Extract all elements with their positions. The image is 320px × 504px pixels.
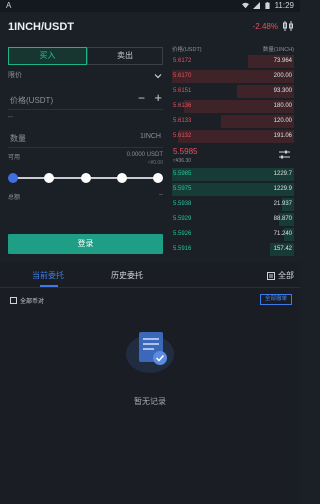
wifi-icon (241, 2, 249, 9)
ask-quantity: 120.00 (273, 118, 292, 124)
bid-row[interactable]: 5.5938 21.937 (172, 198, 294, 211)
total-value: -- (159, 192, 163, 198)
empty-records-text: 暂无记录 (134, 397, 166, 406)
price-approx: -- (8, 114, 13, 121)
ask-row[interactable]: 5.6132 191.06 (172, 130, 294, 143)
all-orders-label: 全部 (278, 271, 294, 280)
ask-quantity: 200.00 (273, 73, 292, 79)
tabs-divider (0, 287, 300, 288)
sell-tab[interactable]: 卖出 (87, 47, 163, 65)
bid-quantity: 1229.7 (273, 171, 292, 177)
ask-price: 5.6133 (173, 118, 192, 124)
available-fiat: ≈¥0.00 (147, 160, 163, 166)
last-price-fiat: ≈¥36.30 (173, 158, 192, 164)
bid-price: 5.5938 (173, 201, 192, 207)
bid-quantity: 88.870 (273, 216, 292, 222)
login-button[interactable]: 登录 (8, 234, 163, 254)
total-label: 总额 (8, 195, 21, 201)
price-field: 价格(USDT) − + (8, 90, 163, 110)
ask-row[interactable]: 5.6170 200.00 (172, 70, 294, 83)
candlestick-icon[interactable] (282, 20, 294, 32)
price-input[interactable]: 价格(USDT) (10, 95, 53, 106)
ask-row[interactable]: 5.6172 73.964 (172, 55, 294, 68)
all-pairs-label: 全部币对 (20, 299, 45, 305)
buy-tab[interactable]: 买入 (8, 47, 87, 65)
slider-stop-50[interactable] (81, 173, 91, 183)
ask-quantity: 73.964 (273, 58, 292, 64)
order-type-label: 限价 (8, 72, 22, 79)
ask-quantity: 191.06 (273, 133, 292, 139)
orderbook-qty-header: 数量(1INCH) (262, 47, 294, 53)
bid-row[interactable]: 5.5916 157.42 (172, 243, 294, 256)
ask-price: 5.6151 (173, 88, 192, 94)
orderbook-price-header: 价格(USDT) (172, 47, 202, 53)
document-icon (267, 271, 275, 280)
bid-quantity: 157.42 (273, 246, 292, 252)
empty-records-icon (126, 332, 174, 373)
order-type-select[interactable]: 限价 (8, 70, 163, 86)
bid-price: 5.5926 (173, 231, 192, 237)
ask-price: 5.6136 (173, 103, 192, 109)
bid-price: 5.5975 (173, 186, 192, 192)
total-amount: 总额 -- (8, 192, 163, 204)
ask-price: 5.6132 (173, 133, 192, 139)
all-pairs-filter[interactable]: 全部币对 (10, 296, 44, 305)
bid-row[interactable]: 5.5929 88.870 (172, 213, 294, 226)
bid-price: 5.5985 (173, 171, 192, 177)
ask-quantity: 93.300 (273, 88, 292, 94)
ask-quantity: 180.00 (273, 103, 292, 109)
battery-icon (264, 2, 270, 9)
slider-stop-0[interactable] (8, 173, 18, 183)
price-decrease-button[interactable]: − (138, 91, 145, 105)
bid-row[interactable]: 5.5985 1229.7 (172, 168, 294, 181)
ask-row[interactable]: 5.6133 120.00 (172, 115, 294, 128)
available-label: 可用 (8, 155, 21, 161)
status-bar: A 11:29 (0, 0, 300, 12)
slider-stop-75[interactable] (117, 173, 127, 183)
amount-slider[interactable] (8, 172, 163, 184)
ask-row[interactable]: 5.6136 180.00 (172, 100, 294, 113)
ask-price: 5.6172 (173, 58, 192, 64)
status-app-glyph: A (6, 1, 12, 10)
tab-order-history[interactable]: 历史委托 (111, 270, 143, 281)
slider-stop-100[interactable] (153, 173, 163, 183)
orders-panel (0, 262, 300, 504)
all-pairs-checkbox[interactable] (10, 297, 17, 304)
cancel-all-button[interactable]: 全部撤单 (260, 294, 292, 305)
bid-row[interactable]: 5.5975 1229.9 (172, 183, 294, 196)
orderbook-settings-icon[interactable] (279, 150, 290, 160)
status-right: 11:29 (241, 1, 294, 10)
available-value: 0.0000 USDT (126, 152, 163, 158)
bid-price: 5.5929 (173, 216, 192, 222)
all-orders-link[interactable]: 全部 (267, 270, 294, 281)
ask-price: 5.6170 (173, 73, 192, 79)
price-increase-button[interactable]: + (154, 90, 162, 105)
bid-quantity: 71.240 (273, 231, 292, 237)
bid-price: 5.5916 (173, 246, 192, 252)
slider-stop-25[interactable] (44, 173, 54, 183)
signal-icon (252, 2, 260, 9)
trading-pair-title[interactable]: 1INCH/USDT (8, 21, 74, 33)
status-time: 11:29 (274, 1, 294, 10)
header: 1INCH/USDT -2.48% (0, 12, 300, 40)
available-balance: 可用 0.0000 USDT ≈¥0.00 (8, 152, 163, 170)
price-change: -2.48% (252, 22, 278, 31)
tab-current-orders[interactable]: 当前委托 (32, 270, 64, 281)
bid-quantity: 21.937 (273, 201, 292, 207)
bid-row[interactable]: 5.5926 71.240 (172, 228, 294, 241)
quantity-unit: 1INCH (139, 133, 161, 140)
ask-row[interactable]: 5.6151 93.300 (172, 85, 294, 98)
chevron-down-icon (154, 74, 162, 79)
bid-quantity: 1229.9 (273, 186, 292, 192)
last-price: 5.5985 (173, 147, 198, 156)
quantity-input[interactable]: 数量 (10, 133, 26, 144)
orderbook-mid: 5.5985 ≈¥36.30 (172, 146, 294, 168)
quantity-field: 数量 1INCH (8, 128, 163, 148)
orderbook-header: 价格(USDT) 数量(1INCH) (172, 45, 294, 55)
